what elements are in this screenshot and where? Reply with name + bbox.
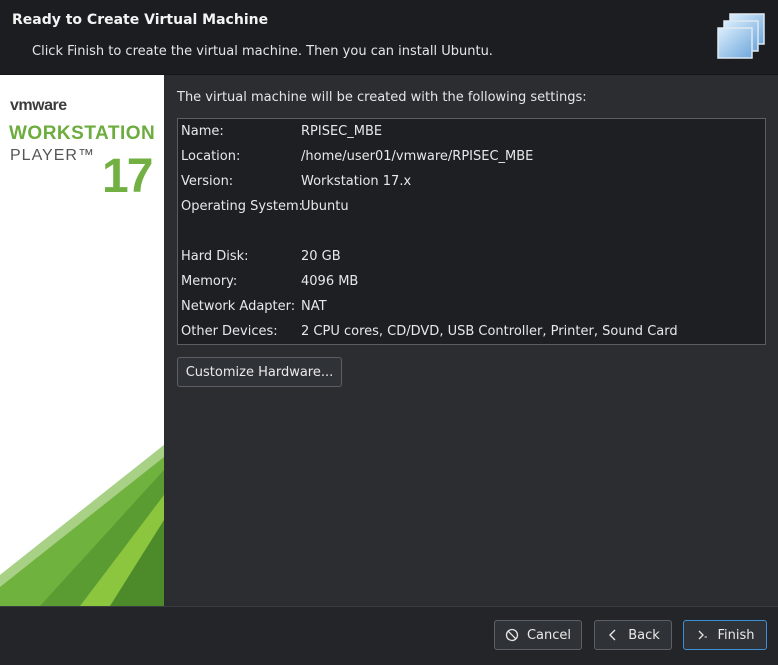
dialog-subtitle: Click Finish to create the virtual machi… bbox=[32, 44, 493, 59]
dialog-title: Ready to Create Virtual Machine bbox=[12, 12, 269, 28]
chevron-right-icon bbox=[699, 630, 708, 640]
finish-label: Finish bbox=[717, 627, 755, 643]
settings-value: RPISEC_MBE bbox=[301, 124, 383, 139]
settings-value: /home/user01/vmware/RPISEC_MBE bbox=[301, 149, 534, 164]
customize-hardware-label: Customize Hardware... bbox=[185, 364, 334, 380]
settings-label: Other Devices: bbox=[181, 324, 278, 339]
settings-value: Ubuntu bbox=[301, 199, 349, 214]
back-button[interactable]: Back bbox=[594, 620, 672, 650]
back-label: Back bbox=[628, 627, 660, 643]
settings-row-network: Network Adapter: NAT bbox=[178, 299, 765, 319]
settings-value: Workstation 17.x bbox=[301, 174, 412, 189]
dialog-footer: Cancel Back Finish bbox=[0, 606, 778, 665]
main-content: The virtual machine will be created with… bbox=[164, 75, 778, 606]
settings-value: 20 GB bbox=[301, 249, 341, 264]
settings-summary: Name: RPISEC_MBE Location: /home/user01/… bbox=[177, 118, 766, 345]
finish-button[interactable]: Finish bbox=[683, 620, 767, 650]
settings-label: Version: bbox=[181, 174, 234, 189]
settings-label: Location: bbox=[181, 149, 241, 164]
cancel-icon bbox=[505, 628, 519, 642]
settings-label: Network Adapter: bbox=[181, 299, 296, 314]
settings-value: 2 CPU cores, CD/DVD, USB Controller, Pri… bbox=[301, 324, 678, 339]
product-name-line1: WORKSTATION bbox=[9, 123, 156, 144]
brand-panel: vmware WORKSTATION PLAYER™ 17 bbox=[0, 75, 164, 606]
customize-hardware-button[interactable]: Customize Hardware... bbox=[177, 357, 342, 387]
product-version: 17 bbox=[102, 150, 153, 203]
settings-value: NAT bbox=[301, 299, 327, 314]
product-name-line2: PLAYER™ bbox=[10, 147, 95, 164]
settings-row-name: Name: RPISEC_MBE bbox=[178, 124, 765, 144]
settings-row-os: Operating System: Ubuntu bbox=[178, 199, 765, 219]
settings-intro: The virtual machine will be created with… bbox=[177, 90, 587, 105]
cancel-label: Cancel bbox=[526, 627, 572, 643]
dialog-header: Ready to Create Virtual Machine Click Fi… bbox=[0, 0, 778, 75]
settings-label: Memory: bbox=[181, 274, 238, 289]
cancel-button[interactable]: Cancel bbox=[494, 620, 582, 650]
settings-row-location: Location: /home/user01/vmware/RPISEC_MBE bbox=[178, 149, 765, 169]
settings-row-memory: Memory: 4096 MB bbox=[178, 274, 765, 294]
settings-label: Name: bbox=[181, 124, 224, 139]
vm-stack-icon bbox=[717, 13, 765, 59]
settings-label: Operating System: bbox=[181, 199, 303, 214]
settings-label: Hard Disk: bbox=[181, 249, 249, 264]
settings-row-other-devices: Other Devices: 2 CPU cores, CD/DVD, USB … bbox=[178, 324, 765, 344]
chevron-left-icon bbox=[609, 629, 616, 641]
settings-row-version: Version: Workstation 17.x bbox=[178, 174, 765, 194]
vmware-logo: vmware bbox=[10, 97, 67, 114]
settings-row-hard-disk: Hard Disk: 20 GB bbox=[178, 249, 765, 269]
settings-value: 4096 MB bbox=[301, 274, 359, 289]
